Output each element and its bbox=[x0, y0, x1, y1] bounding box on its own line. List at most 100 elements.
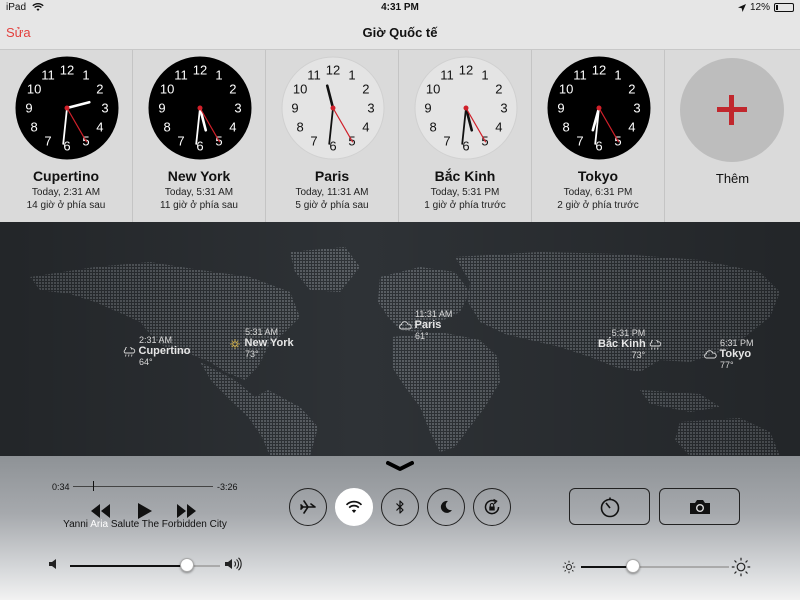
clock-numeral: 3 bbox=[367, 101, 374, 116]
world-map: 2:31 AM Cupertino 64° 5:31 AM New York 7… bbox=[0, 222, 800, 456]
clock-cell[interactable]: 121234567891011 Tokyo Today, 6:31 PM 2 g… bbox=[532, 50, 665, 222]
status-right: 12% bbox=[737, 2, 794, 13]
clock-cell[interactable]: 121234567891011 Cupertino Today, 2:31 AM… bbox=[0, 50, 133, 222]
camera-button[interactable] bbox=[659, 488, 740, 525]
clock-numeral: 2 bbox=[229, 82, 236, 97]
clock-offset: 2 giờ ở phía trước bbox=[557, 200, 639, 211]
clock-numeral: 12 bbox=[592, 63, 606, 78]
timer-button[interactable] bbox=[569, 488, 650, 525]
wifi-toggle[interactable] bbox=[335, 488, 373, 526]
clock-numeral: 2 bbox=[628, 82, 635, 97]
clock-numeral: 9 bbox=[25, 101, 32, 116]
battery-icon bbox=[774, 3, 794, 12]
clock-cell[interactable]: 121234567891011 Bắc Kinh Today, 5:31 PM … bbox=[399, 50, 532, 222]
clock-cell[interactable]: 121234567891011 Paris Today, 11:31 AM 5 … bbox=[266, 50, 399, 222]
brightness-slider[interactable] bbox=[581, 566, 729, 568]
scrubber-track[interactable] bbox=[73, 486, 213, 487]
clock-numeral: 11 bbox=[307, 68, 321, 83]
clock-numeral: 1 bbox=[82, 68, 89, 83]
analog-clock: 121234567891011 bbox=[148, 56, 252, 160]
clock-numeral: 10 bbox=[559, 82, 573, 97]
clock-numeral: 2 bbox=[96, 82, 103, 97]
marker-city: Paris bbox=[414, 319, 442, 331]
clock-numeral: 8 bbox=[296, 120, 303, 135]
clock-cell[interactable]: 121234567891011 New York Today, 5:31 AM … bbox=[133, 50, 266, 222]
marker-city: Cupertino bbox=[138, 345, 191, 357]
clock-local-time: Today, 2:31 AM bbox=[31, 187, 101, 198]
analog-clock: 121234567891011 bbox=[414, 56, 518, 160]
marker-city: Bắc Kinh bbox=[598, 338, 646, 350]
camera-icon bbox=[689, 499, 710, 514]
clock-numeral: 2 bbox=[362, 82, 369, 97]
clock-numeral: 4 bbox=[362, 120, 369, 135]
brightness-knob[interactable] bbox=[625, 559, 640, 573]
battery-percent: 12% bbox=[749, 2, 770, 13]
clock-numeral: 3 bbox=[234, 101, 241, 116]
add-clock-label: Thêm bbox=[715, 171, 750, 186]
marker-temp: 73° bbox=[631, 350, 646, 360]
clock-numeral: 12 bbox=[193, 63, 207, 78]
remaining-time: -3:26 bbox=[217, 482, 238, 492]
clock-numeral: 4 bbox=[229, 120, 236, 135]
rotation-lock-toggle[interactable] bbox=[473, 488, 511, 526]
clock-numeral: 6 bbox=[329, 139, 336, 154]
rain-cloud-icon bbox=[123, 346, 136, 357]
clock-numeral: 10 bbox=[160, 82, 174, 97]
clock-numeral: 1 bbox=[481, 68, 488, 83]
clock-numeral: 6 bbox=[462, 139, 469, 154]
clock-numeral: 12 bbox=[60, 63, 74, 78]
page-title: Giờ Quốc tế bbox=[362, 25, 438, 40]
clock-numeral: 12 bbox=[459, 63, 473, 78]
do-not-disturb-icon bbox=[440, 500, 452, 513]
quick-toggles bbox=[289, 488, 511, 526]
clock-numeral: 7 bbox=[44, 133, 51, 148]
play-icon[interactable] bbox=[138, 503, 152, 519]
nav-bar: Sửa Giờ Quốc tế bbox=[0, 16, 800, 50]
do-not-disturb-toggle[interactable] bbox=[427, 488, 465, 526]
fast-forward-icon[interactable] bbox=[177, 504, 196, 518]
clock-numeral: 8 bbox=[562, 120, 569, 135]
elapsed-time: 0:34 bbox=[52, 482, 70, 492]
clock-numeral: 7 bbox=[576, 133, 583, 148]
airplane-mode-icon bbox=[300, 500, 316, 514]
volume-knob[interactable] bbox=[180, 558, 194, 572]
clock-numeral: 10 bbox=[426, 82, 440, 97]
clock-numeral: 3 bbox=[101, 101, 108, 116]
clock-city: Paris bbox=[314, 168, 350, 184]
status-bar: iPad 4:31 PM 12% bbox=[0, 0, 800, 16]
add-clock-button[interactable] bbox=[680, 58, 784, 162]
clock-city: Cupertino bbox=[32, 168, 100, 184]
grabber-handle[interactable] bbox=[386, 460, 414, 472]
wifi-icon bbox=[345, 500, 363, 513]
clock-offset: 5 giờ ở phía sau bbox=[295, 200, 369, 211]
clock-numeral: 9 bbox=[291, 101, 298, 116]
cloud-icon bbox=[399, 320, 412, 330]
map-marker: 2:31 AM Cupertino 64° bbox=[122, 335, 190, 368]
clock-local-time: Today, 5:31 PM bbox=[430, 187, 500, 198]
clock-numeral: 9 bbox=[424, 101, 431, 116]
clock-offset: 1 giờ ở phía trước bbox=[424, 200, 506, 211]
cloud-icon bbox=[704, 349, 717, 359]
airplane-mode-toggle[interactable] bbox=[289, 488, 327, 526]
analog-clock: 121234567891011 bbox=[15, 56, 119, 160]
bluetooth-toggle[interactable] bbox=[381, 488, 419, 526]
clock-numeral: 4 bbox=[495, 120, 502, 135]
clock-offset: 14 giờ ở phía sau bbox=[26, 200, 106, 211]
map-marker: 11:31 AM Paris 61° bbox=[398, 309, 452, 342]
marker-city: Tokyo bbox=[719, 348, 752, 360]
control-center: 0:34 -3:26 Yanni Aria Salute The Forbidd… bbox=[0, 456, 800, 600]
rewind-icon[interactable] bbox=[91, 504, 110, 518]
rotation-lock-icon bbox=[484, 498, 500, 515]
clock-city: Tokyo bbox=[577, 168, 619, 184]
scrubber-handle[interactable] bbox=[92, 481, 94, 491]
clock-numeral: 8 bbox=[30, 120, 37, 135]
clock-numeral: 12 bbox=[326, 63, 340, 78]
rain-cloud-icon bbox=[649, 339, 662, 350]
clock-numeral: 6 bbox=[196, 139, 203, 154]
clock-numeral: 6 bbox=[63, 139, 70, 154]
marker-city: New York bbox=[244, 337, 294, 349]
clock-numeral: 11 bbox=[573, 68, 587, 83]
map-marker: 5:31 AM New York 73° bbox=[228, 327, 294, 360]
volume-slider[interactable] bbox=[70, 565, 220, 567]
analog-clock: 121234567891011 bbox=[281, 56, 385, 160]
